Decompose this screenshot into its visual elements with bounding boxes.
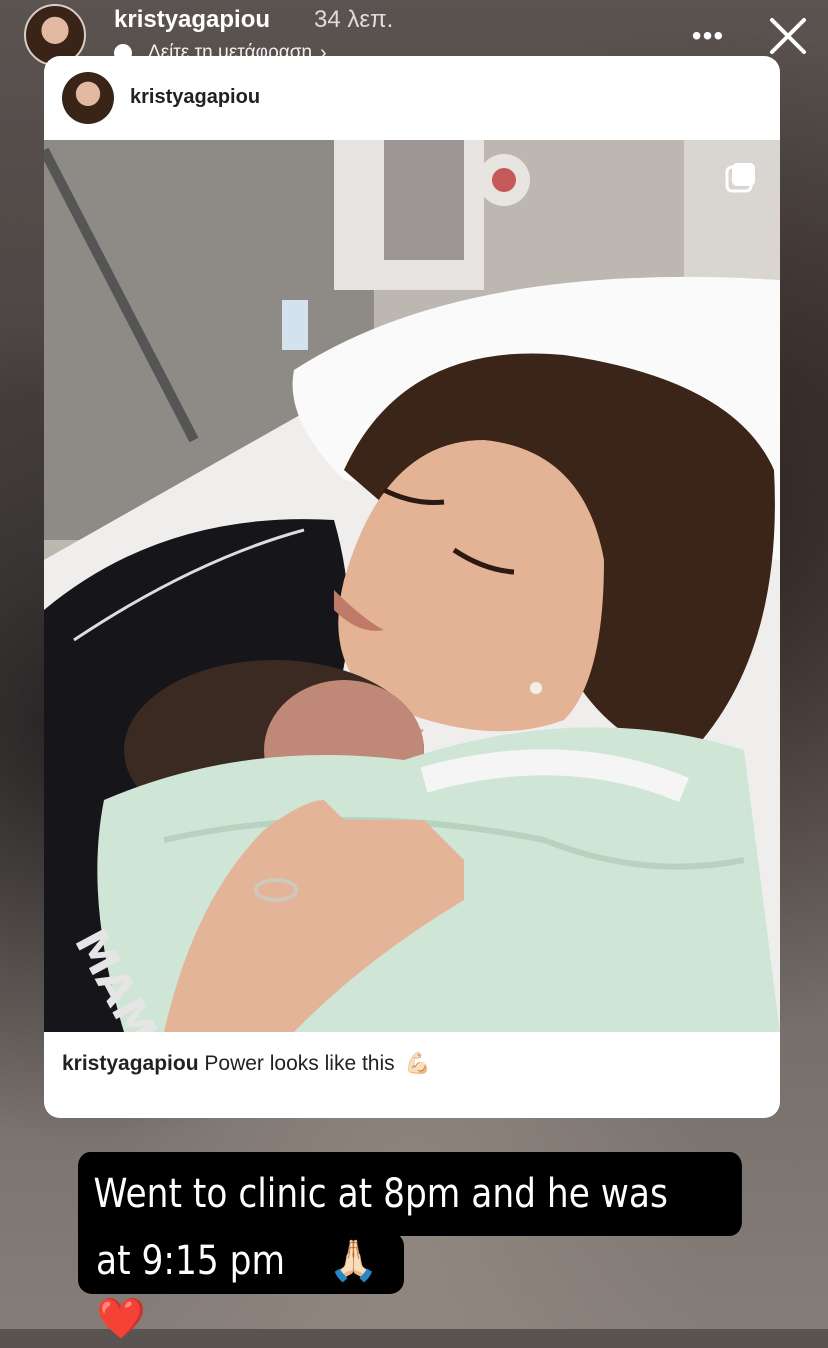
story-timestamp: 34 λεπ. (314, 6, 394, 33)
story-username[interactable]: kristyagapiou (114, 6, 270, 34)
post-caption: kristyagapiou Power looks like this 💪🏻 (62, 1052, 762, 1076)
photo-illustration: MAM (44, 140, 780, 1032)
story-text-line-2: at 9:15 pm 🙏🏻❤️ (78, 1232, 404, 1342)
reshared-post-card[interactable]: kristyagapiou MAM kristyagapiou Power lo… (44, 56, 780, 1118)
post-username[interactable]: kristyagapiou (130, 86, 260, 109)
story-text-line-2-text: at 9:15 pm (96, 1238, 286, 1284)
more-options-button[interactable]: ••• (688, 16, 728, 56)
post-photo[interactable]: MAM (44, 140, 780, 1032)
carousel-icon (725, 163, 755, 193)
caption-emoji: 💪🏻 (404, 1052, 431, 1075)
story-text-line-1: Went to clinic at 8pm and he was here (78, 1152, 742, 1301)
caption-text: Power looks like this (204, 1052, 395, 1075)
post-header: kristyagapiou (44, 56, 780, 140)
post-avatar[interactable] (62, 72, 114, 124)
close-button[interactable] (766, 14, 810, 58)
close-icon (770, 18, 806, 54)
caption-username[interactable]: kristyagapiou (62, 1052, 199, 1075)
story-text-sticker: Went to clinic at 8pm and he was here at… (78, 1152, 744, 1342)
